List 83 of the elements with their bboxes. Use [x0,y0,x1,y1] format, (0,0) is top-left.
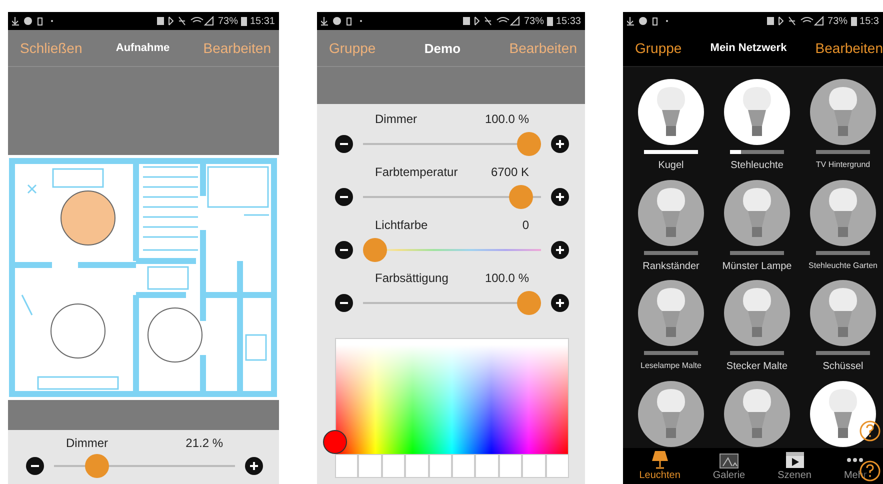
color-swatch[interactable] [522,455,546,478]
light-bulb-icon [654,186,688,238]
battery-percent: 73% [828,16,848,26]
slider-label: Lichtfarbe [375,218,428,232]
color-swatch[interactable] [405,455,429,478]
slider-reading: 100.0 % [484,271,529,285]
lamp-name: Stecker Malte [726,361,788,372]
color-swatch[interactable] [358,455,382,478]
battery-icon [240,16,247,26]
tab[interactable]: Leuchten [639,451,680,481]
tab[interactable]: Szenen [778,451,812,481]
slider-thumb[interactable] [85,454,110,478]
slider-thumb[interactable] [517,291,541,315]
lamp-name: TV Hintergrund [816,160,870,169]
light-bulb-icon [740,86,774,138]
battery-percent: 73% [218,16,238,26]
film-play-icon [784,451,805,469]
minus-button[interactable] [335,188,353,206]
slider-label: Dimmer [375,112,417,126]
light-bulb-icon [740,287,774,339]
color-spectrum[interactable] [335,338,569,455]
plus-button[interactable] [245,457,263,475]
color-swatch[interactable] [475,455,499,478]
color-swatch[interactable] [428,455,452,478]
color-swatch[interactable] [452,455,476,478]
screen-title: Demo [424,40,461,56]
slider-thumb[interactable] [517,132,541,156]
battery-percent: 73% [524,16,544,26]
color-swatch[interactable] [546,455,570,478]
slider-reading: 21.2 % [186,436,223,450]
light-bulb-icon [654,287,688,339]
system-status-icons [156,16,215,26]
battery-icon [546,16,553,26]
light-bulb-icon [826,388,860,440]
lamp-name: Rankständer [642,260,700,272]
lamp-name: Münster Lampe [722,260,792,272]
plus-button[interactable] [551,241,569,259]
clock: 15:33 [556,16,581,26]
tab[interactable]: Galerie [712,451,746,481]
color-picker-handle[interactable] [323,430,347,454]
light-bulb-icon [740,388,774,440]
light-bulb-icon [654,86,688,138]
minus-button[interactable] [335,135,353,153]
plus-button[interactable] [551,188,569,206]
lamp-name: Stehleuchte [730,160,784,171]
lamp-name: Stehleuchte Garten [808,260,878,270]
slider-reading: 6700 K [490,165,529,179]
slider-reading: 0 [522,218,529,232]
lamp-name: Kugel [658,160,684,171]
screen-title: Mein Netzwerk [710,42,787,54]
edit-link[interactable]: Bearbeiten [815,40,883,56]
battery-icon [850,16,857,26]
minus-button[interactable] [335,294,353,312]
color-swatch[interactable] [498,455,522,478]
light-bulb-icon [826,287,860,339]
lamp-name: Leselampe Malte [640,361,702,370]
help-icon[interactable] [859,420,881,442]
clock: 15:31 [250,16,275,26]
color-swatch[interactable] [382,455,406,478]
slider-label: Farbsättigung [375,271,448,285]
light-bulb-icon [826,86,860,138]
lamp-icon [652,451,668,469]
clock: 15:3 [860,16,879,26]
slider-thumb[interactable] [363,238,387,262]
slider-label: Dimmer [66,436,108,450]
system-status-icons [462,16,521,26]
more-dots-icon [846,458,864,462]
slider-label: Farbtemperatur [375,165,458,179]
picture-icon [718,451,739,469]
slider-thumb[interactable] [509,185,534,209]
header-left-link[interactable]: Gruppe [635,40,682,56]
plus-button[interactable] [551,294,569,312]
minus-button[interactable] [26,457,44,475]
screen-title: Aufnahme [116,42,170,54]
plus-button[interactable] [551,135,569,153]
color-swatch[interactable] [335,455,358,478]
light-bulb-icon [826,186,860,238]
light-bulb-icon [740,186,774,238]
minus-button[interactable] [335,241,353,259]
light-bulb-icon [654,388,688,440]
slider-reading: 100.0 % [484,112,529,126]
lamp-name: Schüssel [822,361,864,372]
system-status-icons [766,16,825,26]
